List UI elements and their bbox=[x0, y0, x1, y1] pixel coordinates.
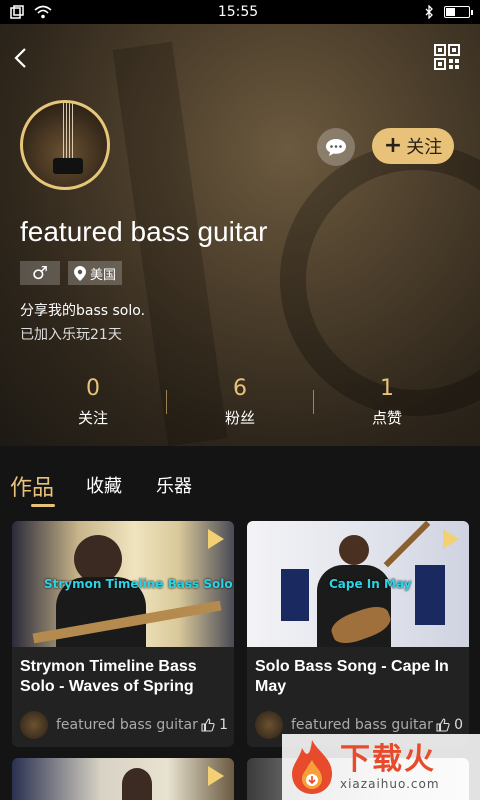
watermark-en: xiazaihuo.com bbox=[340, 777, 440, 791]
video-card[interactable] bbox=[12, 758, 234, 800]
stat-likes[interactable]: 1 点赞 bbox=[314, 376, 460, 428]
site-watermark: 下载火 xiazaihuo.com bbox=[282, 734, 480, 800]
stat-label: 关注 bbox=[77, 409, 108, 427]
tab-instruments[interactable]: 乐器 bbox=[156, 472, 192, 498]
active-tab-indicator bbox=[31, 504, 55, 507]
wifi-icon bbox=[34, 5, 52, 19]
author-avatar[interactable] bbox=[20, 711, 48, 739]
watermark-cn: 下载火 bbox=[340, 742, 436, 777]
thumbnail-caption: Cape In May bbox=[329, 577, 412, 591]
video-card[interactable]: Cape In May Solo Bass Song - Cape In May… bbox=[247, 521, 469, 747]
author-name: featured bass guitar bbox=[56, 717, 198, 733]
copy-notification-icon bbox=[10, 5, 24, 19]
flame-logo-icon bbox=[292, 740, 332, 794]
stat-following[interactable]: 0 关注 bbox=[20, 376, 166, 428]
chat-bubble-icon bbox=[326, 139, 346, 156]
stat-fans[interactable]: 6 粉丝 bbox=[167, 376, 313, 428]
video-thumbnail[interactable]: Strymon Timeline Bass Solo bbox=[12, 521, 234, 647]
plus-icon: + bbox=[383, 133, 403, 158]
joined-days: 已加入乐玩21天 bbox=[20, 327, 122, 343]
author-avatar[interactable] bbox=[255, 711, 283, 739]
profile-tags: ♂ 美国 bbox=[20, 261, 123, 285]
card-footer: featured bass guitar 1 bbox=[20, 711, 228, 739]
stat-value: 6 bbox=[233, 376, 247, 401]
like-count[interactable]: 0 bbox=[436, 717, 463, 733]
tab-favorites[interactable]: 收藏 bbox=[86, 472, 122, 498]
play-icon bbox=[208, 766, 224, 786]
battery-icon bbox=[443, 6, 473, 18]
tab-works[interactable]: 作品 bbox=[10, 470, 54, 502]
male-icon: ♂ bbox=[31, 262, 49, 284]
stat-label: 点赞 bbox=[371, 409, 402, 427]
play-icon bbox=[208, 529, 224, 549]
location-text: 美国 bbox=[90, 267, 117, 283]
avatar[interactable] bbox=[20, 100, 110, 190]
card-title[interactable]: Solo Bass Song - Cape In May bbox=[255, 657, 463, 697]
gender-tag: ♂ bbox=[20, 261, 60, 285]
author-name: featured bass guitar bbox=[291, 717, 433, 733]
thumbnail-caption: Strymon Timeline Bass Solo bbox=[44, 577, 233, 591]
qr-code-icon[interactable] bbox=[434, 44, 460, 70]
status-time: 15:55 bbox=[217, 4, 259, 20]
thumbs-up-icon bbox=[436, 718, 450, 732]
stat-value: 1 bbox=[380, 376, 394, 401]
stat-value: 0 bbox=[86, 376, 100, 401]
stat-label: 粉丝 bbox=[224, 409, 255, 427]
back-arrow-icon[interactable] bbox=[8, 44, 36, 72]
video-card[interactable]: Strymon Timeline Bass Solo Strymon Timel… bbox=[12, 521, 234, 747]
location-tag: 美国 bbox=[68, 261, 123, 285]
play-icon bbox=[443, 529, 459, 549]
follow-button[interactable]: + 关注 bbox=[372, 128, 454, 164]
bio-text: 分享我的bass solo. bbox=[20, 303, 146, 319]
like-number: 0 bbox=[454, 717, 463, 733]
like-number: 1 bbox=[219, 717, 228, 733]
video-thumbnail[interactable]: Cape In May bbox=[247, 521, 469, 647]
stats-row: 0 关注 6 粉丝 1 点赞 bbox=[20, 376, 460, 428]
message-button[interactable] bbox=[317, 128, 355, 166]
thumbs-up-icon bbox=[201, 718, 215, 732]
like-count[interactable]: 1 bbox=[201, 717, 228, 733]
card-title[interactable]: Strymon Timeline Bass Solo - Waves of Sp… bbox=[20, 657, 228, 697]
content-tabs: 作品 收藏 乐器 bbox=[0, 446, 480, 512]
status-bar: 15:55 bbox=[0, 0, 480, 24]
profile-header: + 关注 featured bass guitar ♂ 美国 分享我的bass … bbox=[0, 24, 480, 446]
bluetooth-icon bbox=[425, 5, 433, 19]
follow-label: 关注 bbox=[406, 137, 443, 158]
username: featured bass guitar bbox=[20, 216, 268, 247]
location-pin-icon bbox=[74, 265, 86, 281]
